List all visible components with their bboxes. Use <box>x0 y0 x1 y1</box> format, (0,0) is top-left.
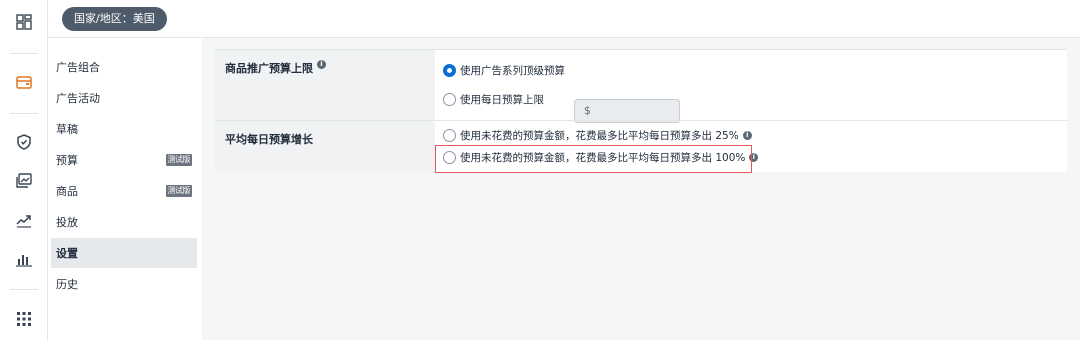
nav-item-label: 广告活动 <box>56 92 100 105</box>
dashboard-icon[interactable] <box>0 8 48 36</box>
gallery-icon[interactable] <box>0 167 48 195</box>
settings-panel: 商品推广预算上限 i 使用广告系列顶级预算 使用每日预算上限 $ 平均每日预算增… <box>215 49 1067 173</box>
avg-daily-label-cell: 平均每日预算增长 <box>215 121 435 173</box>
nav-item-drafts[interactable]: 草稿 <box>51 114 197 144</box>
nav-item-label: 预算 <box>56 154 78 167</box>
top-bar: 国家/地区：美国 <box>48 0 1080 38</box>
nav-item-label: 设置 <box>56 247 78 260</box>
rail-divider <box>10 289 38 290</box>
nav-item-label: 商品 <box>56 185 78 198</box>
main-content: 商品推广预算上限 i 使用广告系列顶级预算 使用每日预算上限 $ 平均每日预算增… <box>202 38 1080 340</box>
shield-icon[interactable] <box>0 128 48 156</box>
info-icon[interactable]: i <box>742 131 752 140</box>
nav-item-label: 广告组合 <box>56 61 100 74</box>
highlight-box <box>435 145 752 173</box>
campaign-budget-option[interactable]: 使用广告系列顶级预算 <box>443 63 565 78</box>
nav-item-label: 草稿 <box>56 123 78 136</box>
nav-item-portfolios[interactable]: 广告组合 <box>51 52 197 82</box>
nav-item-label: 历史 <box>56 278 78 291</box>
option-25-label: 使用未花费的预算金额，花费最多比平均每日预算多出 25% <box>460 130 739 142</box>
avg-daily-label: 平均每日预算增长 <box>225 133 313 146</box>
wallet-icon[interactable] <box>0 68 48 96</box>
nav-item-budgets[interactable]: 预算 测试版 <box>51 145 197 175</box>
bar-chart-icon[interactable] <box>0 245 48 273</box>
rail-divider <box>10 113 38 114</box>
rail-divider <box>10 53 38 54</box>
secondary-nav: 广告组合 广告活动 草稿 预算 测试版 商品 测试版 投放 设置 历史 <box>48 38 202 340</box>
budget-cap-label: 商品推广预算上限 <box>225 62 313 75</box>
nav-item-products[interactable]: 商品 测试版 <box>51 176 197 206</box>
radio-unselected[interactable] <box>443 129 456 142</box>
radio-selected[interactable] <box>443 64 456 77</box>
campaign-budget-option-label: 使用广告系列顶级预算 <box>460 65 565 77</box>
budget-cap-label-cell: 商品推广预算上限 i <box>215 50 435 120</box>
apps-grid-icon[interactable] <box>0 305 48 333</box>
nav-item-settings[interactable]: 设置 <box>51 238 197 268</box>
beta-badge: 测试版 <box>165 185 192 197</box>
daily-budget-option[interactable]: 使用每日预算上限 <box>443 92 544 107</box>
nav-item-targeting[interactable]: 投放 <box>51 207 197 237</box>
info-icon[interactable]: i <box>317 60 326 69</box>
nav-item-label: 投放 <box>56 216 78 229</box>
country-selector[interactable]: 国家/地区：美国 <box>62 7 167 31</box>
option-25-percent[interactable]: 使用未花费的预算金额，花费最多比平均每日预算多出 25% i <box>443 128 752 143</box>
radio-unselected[interactable] <box>443 93 456 106</box>
currency-symbol: $ <box>584 105 591 117</box>
nav-item-history[interactable]: 历史 <box>51 269 197 299</box>
icon-rail <box>0 0 48 340</box>
trend-icon[interactable] <box>0 206 48 234</box>
daily-budget-option-label: 使用每日预算上限 <box>460 94 544 106</box>
nav-item-campaigns[interactable]: 广告活动 <box>51 83 197 113</box>
beta-badge: 测试版 <box>165 154 192 166</box>
